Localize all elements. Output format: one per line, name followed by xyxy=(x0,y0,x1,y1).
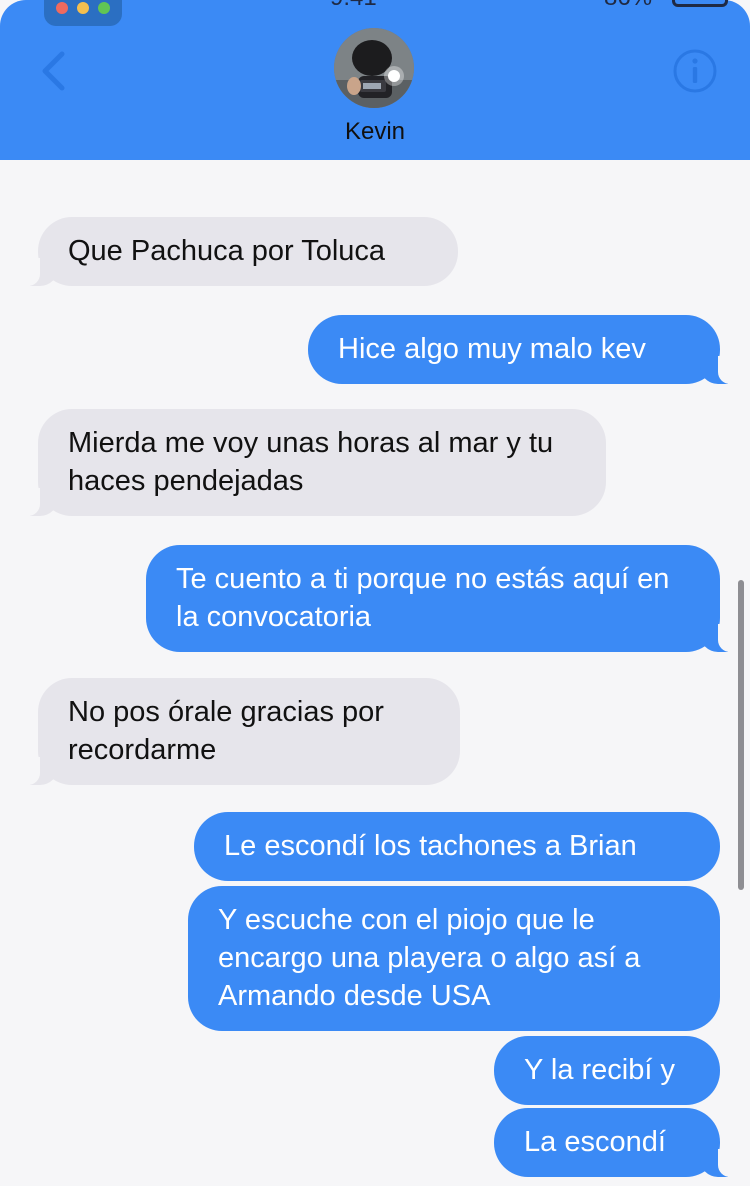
message-text: Y la recibí y xyxy=(524,1054,675,1086)
message-incoming[interactable]: Que Pachuca por Toluca xyxy=(24,217,458,286)
zoom-dot[interactable] xyxy=(98,2,110,14)
message-bubble[interactable]: Mierda me voy unas horas al mar y tu hac… xyxy=(24,409,606,516)
message-text: Te cuento a ti porque no estás aquí en l… xyxy=(176,563,670,633)
message-bubble[interactable]: La escondí xyxy=(494,1108,736,1177)
message-text: Que Pachuca por Toluca xyxy=(68,235,386,267)
info-icon xyxy=(673,49,717,93)
close-dot[interactable] xyxy=(56,2,68,14)
message-outgoing[interactable]: Y escuche con el piojo que le encargo un… xyxy=(188,886,720,1031)
window-controls xyxy=(44,0,122,26)
chevron-left-icon xyxy=(42,51,65,91)
battery-icon xyxy=(672,0,728,7)
message-incoming[interactable]: No pos órale gracias por recordarme xyxy=(24,678,460,785)
message-outgoing[interactable]: Y la recibí y xyxy=(494,1036,720,1105)
contact-name[interactable]: Kevin xyxy=(0,118,750,146)
message-bubble[interactable]: Y escuche con el piojo que le encargo un… xyxy=(188,886,720,1031)
message-text: Hice algo muy malo kev xyxy=(338,333,646,365)
status-time: 9:41 xyxy=(330,0,377,12)
message-bubble[interactable]: Le escondí los tachones a Brian xyxy=(194,812,720,881)
message-text: Y escuche con el piojo que le encargo un… xyxy=(218,904,641,1012)
conversation-header: 9:41 86% Kevin xyxy=(0,0,750,160)
contact-photo xyxy=(334,28,414,108)
message-text: No pos órale gracias por recordarme xyxy=(68,696,384,766)
back-button[interactable] xyxy=(38,50,68,92)
message-outgoing[interactable]: Le escondí los tachones a Brian xyxy=(194,812,720,881)
message-text: Le escondí los tachones a Brian xyxy=(224,830,637,862)
message-text: La escondí xyxy=(524,1126,666,1158)
minimize-dot[interactable] xyxy=(77,2,89,14)
message-outgoing[interactable]: Te cuento a ti porque no estás aquí en l… xyxy=(146,545,736,652)
message-bubble[interactable]: Hice algo muy malo kev xyxy=(308,315,736,384)
avatar[interactable] xyxy=(334,28,414,108)
message-bubble[interactable]: Y la recibí y xyxy=(494,1036,720,1105)
info-button[interactable] xyxy=(672,48,718,94)
message-text: Mierda me voy unas horas al mar y tu hac… xyxy=(68,427,554,497)
message-outgoing[interactable]: Hice algo muy malo kev xyxy=(308,315,736,384)
message-bubble[interactable]: No pos órale gracias por recordarme xyxy=(24,678,460,785)
battery-percent: 86% xyxy=(604,0,652,12)
message-outgoing[interactable]: La escondí xyxy=(494,1108,736,1177)
message-bubble[interactable]: Que Pachuca por Toluca xyxy=(24,217,458,286)
message-incoming[interactable]: Mierda me voy unas horas al mar y tu hac… xyxy=(24,409,606,516)
scrollbar[interactable] xyxy=(738,580,744,890)
message-bubble[interactable]: Te cuento a ti porque no estás aquí en l… xyxy=(146,545,736,652)
message-thread[interactable]: Que Pachuca por Toluca Hice algo muy mal… xyxy=(0,160,750,1186)
